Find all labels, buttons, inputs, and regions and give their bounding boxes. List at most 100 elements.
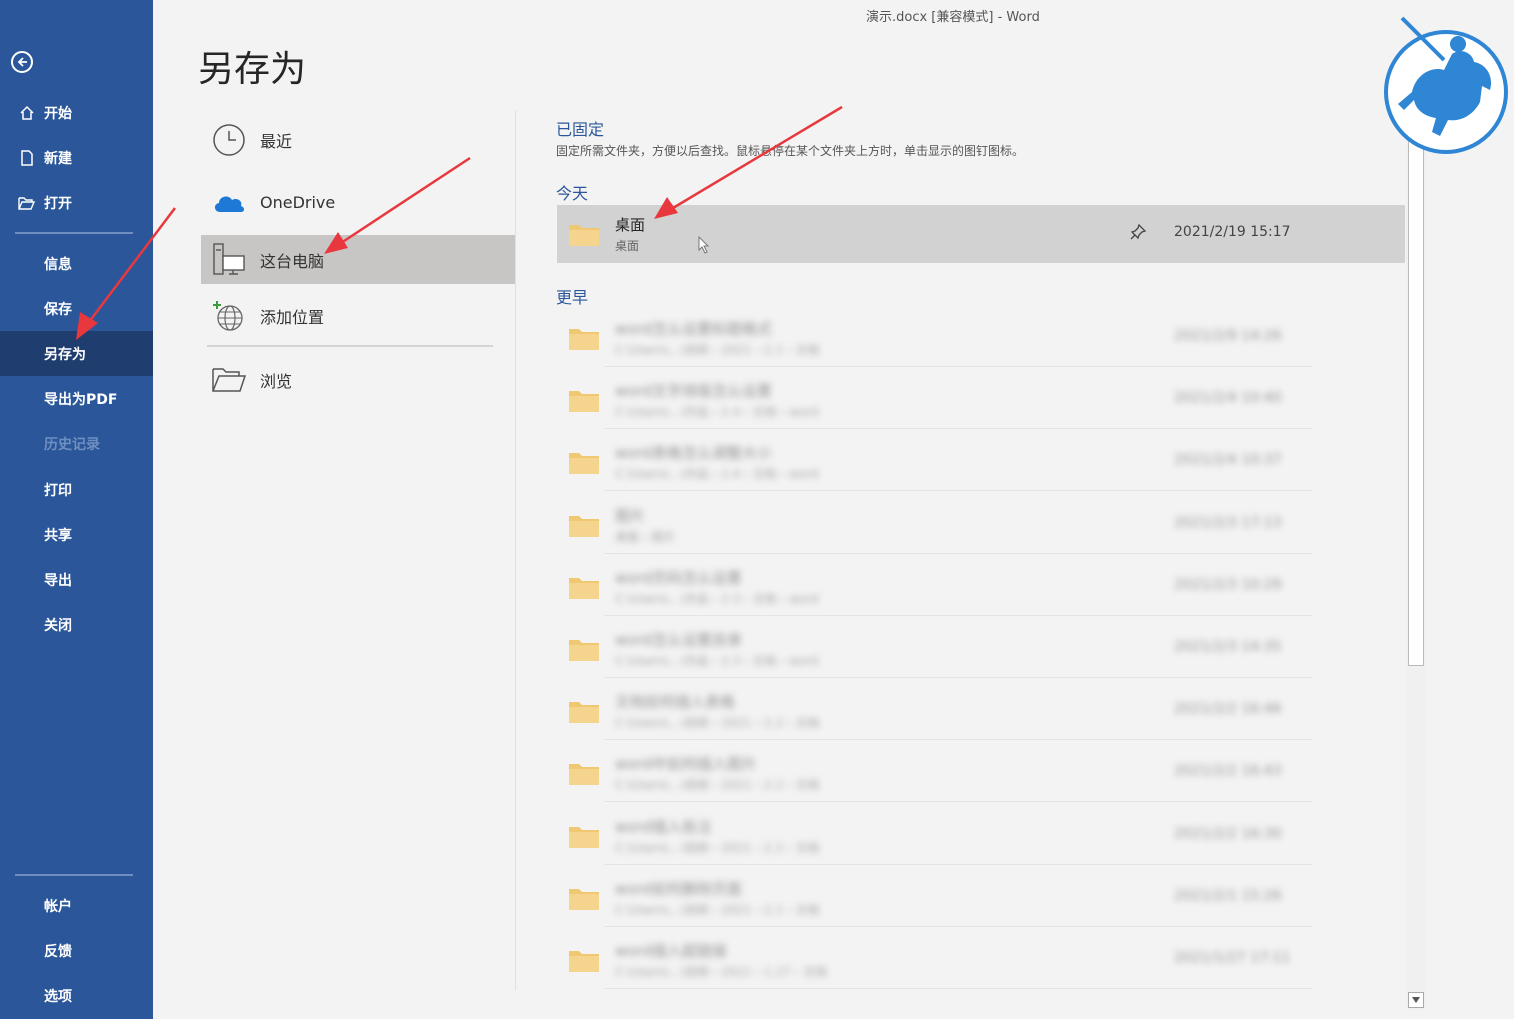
scrollbar-thumb[interactable]	[1408, 130, 1424, 666]
nav-home-label: 开始	[44, 105, 72, 122]
pin-icon[interactable]	[1129, 223, 1147, 245]
new-doc-icon	[18, 149, 36, 166]
nav-export-label: 导出	[44, 572, 72, 589]
globe-add-icon	[207, 299, 251, 333]
nav-options-label: 选项	[44, 988, 72, 1005]
folder-date: 2021/2/19 15:17	[1174, 224, 1291, 240]
folder-row[interactable]: word表格怎么调整大小 C:\Users\...\作品 › 2.4 › 文档 ›…	[557, 433, 1405, 491]
backstage-sidebar: 开始 新建 打开 信息 保存 另存为 导出为PDF 历史记录 打印 共享 导出 …	[0, 0, 153, 1019]
row-divider	[604, 366, 1312, 367]
row-divider	[604, 988, 1312, 989]
folder-name: word中如何插入图片	[615, 755, 757, 773]
folder-path: C:\Users\...\作品 › 2.4 › 文档 › word	[615, 405, 819, 419]
clock-icon	[207, 123, 251, 157]
folder-row[interactable]: word如何删除页面 C:\Users\...\视频 › 2021 › 2.1 ›…	[557, 869, 1405, 927]
folder-path: C:\Users\...\作品 › 2.3 › 文档 › word	[615, 592, 819, 606]
nav-info-label: 信息	[44, 256, 72, 273]
folder-name: word页码怎么设置	[615, 569, 742, 587]
nav-close[interactable]: 关闭	[0, 602, 153, 647]
folder-icon	[569, 222, 599, 246]
cloud-icon	[207, 192, 251, 214]
folder-name: word插入超链接	[615, 942, 727, 960]
folder-row[interactable]: word怎么设置目录 C:\Users\...\作品 › 2.3 › 文档 › w…	[557, 620, 1405, 678]
nav-share-label: 共享	[44, 527, 72, 544]
folder-row[interactable]: word插入超链接 C:\Users\...\视频 › 2021 › 1.27 ›…	[557, 931, 1405, 989]
row-divider	[604, 553, 1312, 554]
nav-info[interactable]: 信息	[0, 241, 153, 286]
folder-date: 2021/2/4 10:40	[1174, 390, 1282, 406]
folder-icon	[569, 699, 599, 723]
folder-date: 2021/1/27 17:11	[1174, 950, 1291, 966]
folder-row[interactable]: word插入批注 C:\Users\...\视频 › 2021 › 2.2 › 文…	[557, 807, 1405, 865]
location-recent-label: 最近	[260, 131, 293, 151]
folder-row[interactable]: word页码怎么设置 C:\Users\...\作品 › 2.3 › 文档 › w…	[557, 558, 1405, 616]
annotation-arrow	[654, 105, 843, 219]
folder-path: C:\Users\...\视频 › 2021 › 2.2 › 文档	[615, 841, 820, 855]
pinned-heading: 已固定	[556, 120, 605, 139]
nav-new[interactable]: 新建	[0, 135, 153, 180]
folder-path: 桌面 › 图片	[615, 530, 676, 544]
nav-history-label: 历史记录	[44, 436, 100, 453]
window-title: 演示.docx [兼容模式] - Word	[866, 10, 1040, 25]
row-divider	[604, 739, 1312, 740]
nav-print[interactable]: 打印	[0, 467, 153, 512]
pc-icon	[207, 242, 251, 278]
nav-history: 历史记录	[0, 421, 153, 466]
location-add-place-label: 添加位置	[260, 307, 325, 327]
folder-row[interactable]: word中如何插入图片 C:\Users\...\视频 › 2021 › 2.2 …	[557, 744, 1405, 802]
nav-open[interactable]: 打开	[0, 180, 153, 225]
mouse-cursor-icon	[698, 236, 710, 254]
folder-date: 2021/2/3 17:13	[1174, 515, 1282, 531]
folder-row[interactable]: 文档如何插入表格 C:\Users\...\视频 › 2021 › 2.2 › 文…	[557, 682, 1405, 740]
row-divider	[604, 926, 1312, 927]
location-browse[interactable]: 浏览	[201, 355, 515, 404]
nav-share[interactable]: 共享	[0, 512, 153, 557]
location-this-pc-label: 这台电脑	[260, 251, 325, 271]
folder-path: C:\Users\...\视频 › 2021 › 2.2 › 文档	[615, 716, 820, 730]
folder-icon	[569, 824, 599, 848]
nav-open-label: 打开	[44, 195, 72, 212]
earlier-heading: 更早	[556, 288, 589, 307]
folder-name: word文字排版怎么设置	[615, 382, 772, 400]
nav-feedback[interactable]: 反馈	[0, 928, 153, 973]
sidebar-divider	[15, 232, 133, 234]
sidebar-divider	[15, 874, 133, 876]
row-divider	[604, 677, 1312, 678]
nav-options[interactable]: 选项	[0, 973, 153, 1018]
back-button[interactable]	[11, 51, 33, 73]
folder-date: 2021/2/9 14:26	[1174, 328, 1282, 344]
nav-home[interactable]: 开始	[0, 90, 153, 135]
folder-name: word如何删除页面	[615, 880, 742, 898]
scroll-down-button[interactable]	[1408, 992, 1424, 1008]
folder-date: 2021/2/1 15:26	[1174, 888, 1282, 904]
location-onedrive[interactable]: OneDrive	[201, 178, 515, 227]
nav-account[interactable]: 帐户	[0, 883, 153, 928]
folder-row[interactable]: 图片 桌面 › 图片 2021/2/3 17:13	[557, 496, 1405, 554]
location-this-pc[interactable]: 这台电脑	[201, 235, 515, 284]
home-icon	[18, 105, 36, 121]
row-divider	[604, 428, 1312, 429]
open-folder-icon	[18, 196, 36, 210]
folder-row[interactable]: word文字排版怎么设置 C:\Users\...\作品 › 2.4 › 文档 ›…	[557, 371, 1405, 429]
location-add-place[interactable]: 添加位置	[201, 291, 515, 340]
today-heading: 今天	[556, 184, 589, 203]
folder-path: C:\Users\...\作品 › 2.4 › 文档 › word	[615, 467, 819, 481]
folder-date: 2021/2/3 14:35	[1174, 639, 1282, 655]
nav-save-as[interactable]: 另存为	[0, 331, 153, 376]
folder-name: word表格怎么调整大小	[615, 444, 772, 462]
row-divider	[604, 490, 1312, 491]
nav-export-pdf[interactable]: 导出为PDF	[0, 376, 153, 421]
folder-name: word插入批注	[615, 818, 712, 836]
folder-name: word怎么设置标题格式	[615, 320, 772, 338]
nav-save-as-label: 另存为	[44, 346, 86, 363]
folder-path: C:\Users\...\视频 › 2021 › 2.2 › 文档	[615, 778, 820, 792]
nav-export[interactable]: 导出	[0, 557, 153, 602]
nav-save[interactable]: 保存	[0, 286, 153, 331]
nav-feedback-label: 反馈	[44, 943, 72, 960]
location-recent[interactable]: 最近	[201, 115, 515, 164]
folder-name: 文档如何插入表格	[615, 693, 736, 711]
folder-path: C:\Users\...\视频 › 2021 › 1.27 › 文档	[615, 965, 828, 979]
nav-export-pdf-label: 导出为PDF	[44, 391, 118, 408]
folder-row[interactable]: word怎么设置标题格式 C:\Users\...\视频 › 2021 › 2.1…	[557, 309, 1405, 367]
folder-row-desktop[interactable]: 桌面 桌面 2021/2/19 15:17	[557, 205, 1405, 263]
